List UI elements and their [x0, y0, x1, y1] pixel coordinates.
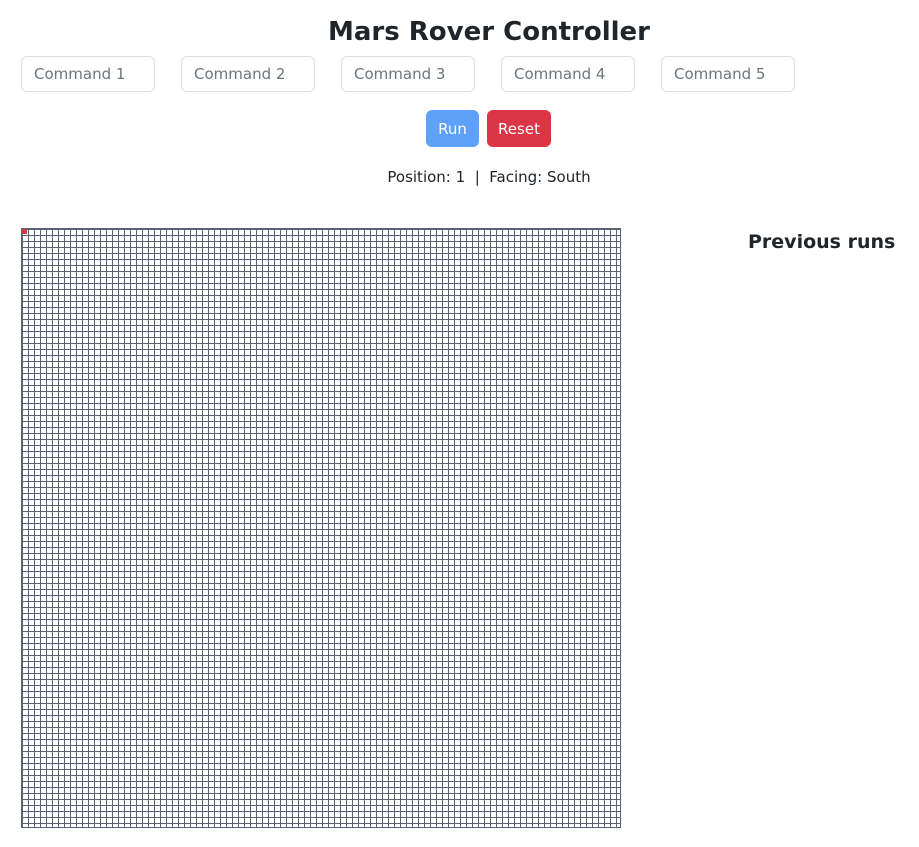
previous-runs-heading: Previous runs [748, 231, 896, 253]
command-input-4[interactable] [501, 56, 635, 92]
rover-marker [22, 229, 27, 234]
rover-status: Position: 1 | Facing: South [387, 168, 591, 186]
run-button[interactable]: Run [426, 110, 479, 147]
reset-button[interactable]: Reset [487, 110, 551, 147]
command-input-5[interactable] [661, 56, 795, 92]
command-input-3[interactable] [341, 56, 475, 92]
command-input-1[interactable] [21, 56, 155, 92]
page-title: Mars Rover Controller [328, 17, 650, 47]
command-input-2[interactable] [181, 56, 315, 92]
rover-grid [21, 228, 621, 828]
